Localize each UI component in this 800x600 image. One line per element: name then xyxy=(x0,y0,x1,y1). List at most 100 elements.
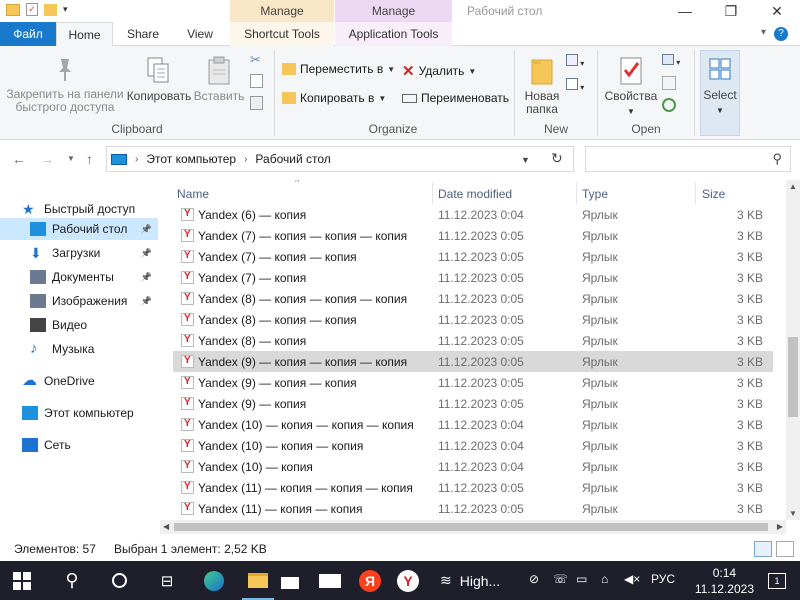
vertical-scrollbar[interactable]: ▲ ▼ xyxy=(786,180,800,520)
breadcrumb-item[interactable]: Рабочий стол xyxy=(255,152,330,166)
file-row[interactable]: Yandex (7) — копия — копия 11.12.2023 0:0… xyxy=(173,246,773,267)
breadcrumb-separator-icon[interactable]: › xyxy=(244,154,247,165)
new-folder-icon[interactable] xyxy=(44,3,57,16)
task-view-button[interactable]: ⊟ xyxy=(145,561,189,600)
address-bar[interactable]: › Этот компьютер › Рабочий стол ▼ ↻ xyxy=(106,146,574,172)
minimize-button[interactable]: — xyxy=(662,0,708,22)
file-row[interactable]: Yandex (10) — копия — копия 11.12.2023 0:… xyxy=(173,435,773,456)
network-icon[interactable]: ⌂ xyxy=(601,572,608,586)
history-icon[interactable] xyxy=(662,98,676,112)
address-dropdown-icon[interactable]: ▼ xyxy=(521,155,530,165)
file-row[interactable]: Yandex (10) — копия 11.12.2023 0:04 Ярлык 3… xyxy=(173,456,773,477)
notification-center-icon[interactable]: 1 xyxy=(768,573,786,589)
column-divider[interactable] xyxy=(432,182,433,204)
refresh-icon[interactable]: ↻ xyxy=(551,150,563,167)
nav-item[interactable]: ★ Быстрый доступ xyxy=(0,198,158,220)
display-icon[interactable]: ▭ xyxy=(576,572,587,586)
new-folder-button[interactable]: Новая папка xyxy=(520,56,564,116)
column-header-date[interactable]: Date modified xyxy=(438,187,512,201)
tab-application-tools[interactable]: Application Tools xyxy=(335,22,452,46)
taskbar-search-button[interactable]: ⚲ xyxy=(50,561,94,600)
properties-button[interactable]: Свойства ▼ xyxy=(600,56,662,118)
file-row[interactable]: Yandex (10) — копия — копия — копия 11.12… xyxy=(173,414,773,435)
properties-check-icon[interactable]: ✓ xyxy=(26,3,38,16)
nav-item[interactable]: Сеть xyxy=(0,434,158,456)
paste-shortcut-icon[interactable] xyxy=(250,96,263,110)
horizontal-scroll-thumb[interactable] xyxy=(174,523,768,531)
nav-item[interactable]: Документы 📌 xyxy=(0,266,158,288)
file-row[interactable]: Yandex (7) — копия — копия — копия 11.12.… xyxy=(173,225,773,246)
column-divider[interactable] xyxy=(576,182,577,204)
scroll-up-icon[interactable]: ▲ xyxy=(789,182,797,191)
open-icon[interactable]: ▾ xyxy=(662,54,682,68)
breadcrumb-item[interactable]: Этот компьютер xyxy=(146,152,236,166)
horizontal-scrollbar[interactable]: ◀ ▶ xyxy=(160,520,786,534)
move-to-button[interactable]: Переместить в ▼ xyxy=(282,62,395,76)
recent-locations-icon[interactable]: ▼ xyxy=(67,154,75,163)
search-box[interactable]: ⚲ xyxy=(585,146,791,172)
file-row[interactable]: Yandex (9) — копия — копия — копия 11.12.… xyxy=(173,351,773,372)
mail-button[interactable] xyxy=(308,561,352,600)
scroll-left-icon[interactable]: ◀ xyxy=(163,522,169,531)
paste-button[interactable]: Вставить xyxy=(192,56,246,103)
file-row[interactable]: Yandex (8) — копия — копия — копия 11.12.… xyxy=(173,288,773,309)
close-button[interactable]: ✕ xyxy=(754,0,800,22)
no-network-icon[interactable]: ⊘ xyxy=(529,572,539,586)
scroll-right-icon[interactable]: ▶ xyxy=(777,522,783,531)
rename-button[interactable]: Переименовать xyxy=(402,91,509,105)
copy-path-icon[interactable] xyxy=(250,74,263,88)
meet-now-icon[interactable]: ☏ xyxy=(553,572,568,586)
breadcrumb-separator-icon[interactable]: › xyxy=(135,154,138,165)
forward-arrow-icon[interactable]: → xyxy=(40,151,54,167)
pin-to-quick-access-button[interactable]: Закрепить на панели быстрого доступа xyxy=(4,56,126,114)
nav-item[interactable]: Видео xyxy=(0,314,158,336)
file-row[interactable]: Yandex (9) — копия — копия 11.12.2023 0:0… xyxy=(173,372,773,393)
column-header-name[interactable]: Name xyxy=(177,187,209,201)
nav-item[interactable]: Рабочий стол 📌 xyxy=(0,218,158,240)
tab-file[interactable]: Файл xyxy=(0,22,56,46)
store-button[interactable] xyxy=(268,561,312,600)
tab-home[interactable]: Home xyxy=(56,22,113,47)
yandex-browser-button[interactable]: Y xyxy=(386,561,430,600)
file-row[interactable]: Yandex (8) — копия — копия 11.12.2023 0:0… xyxy=(173,309,773,330)
nav-item[interactable]: Изображения 📌 xyxy=(0,290,158,312)
weather-widget[interactable]: ≋ High... xyxy=(440,572,500,589)
copy-to-button[interactable]: Копировать в ▼ xyxy=(282,91,386,105)
back-arrow-icon[interactable]: ← xyxy=(12,151,26,167)
help-icon[interactable]: ? xyxy=(774,27,788,41)
cortana-button[interactable] xyxy=(97,561,141,600)
up-arrow-icon[interactable]: ↑ xyxy=(86,151,93,167)
edit-icon[interactable] xyxy=(662,76,676,90)
vertical-scroll-thumb[interactable] xyxy=(788,337,798,417)
nav-item[interactable]: Этот компьютер xyxy=(0,402,158,424)
file-row[interactable]: Yandex (11) — копия — копия 11.12.2023 0:… xyxy=(173,498,773,519)
large-icons-view-button[interactable] xyxy=(776,541,794,557)
ribbon-collapse-icon[interactable]: ▾ xyxy=(761,27,766,38)
column-divider[interactable] xyxy=(695,182,696,204)
tab-shortcut-tools[interactable]: Shortcut Tools xyxy=(230,22,334,46)
nav-item[interactable]: ⬇ Загрузки 📌 xyxy=(0,242,158,264)
column-header-size[interactable]: Size xyxy=(702,187,725,201)
column-header-type[interactable]: Type xyxy=(582,187,608,201)
tab-share[interactable]: Share xyxy=(118,22,168,46)
file-row[interactable]: Yandex (8) — копия 11.12.2023 0:05 Ярлык 3 … xyxy=(173,330,773,351)
cut-icon[interactable]: ✂ xyxy=(250,52,261,68)
nav-item[interactable]: ♪ Музыка xyxy=(0,338,158,360)
file-row[interactable]: Yandex (7) — копия 11.12.2023 0:05 Ярлык 3 … xyxy=(173,267,773,288)
volume-muted-icon[interactable]: ◀× xyxy=(624,572,640,586)
nav-item[interactable]: ☁ OneDrive xyxy=(0,370,158,392)
scroll-down-icon[interactable]: ▼ xyxy=(789,509,797,518)
file-row[interactable]: Yandex (6) — копия 11.12.2023 0:04 Ярлык 3 … xyxy=(173,204,773,225)
clock[interactable]: 0:14 11.12.2023 xyxy=(695,565,754,597)
language-indicator[interactable]: РУС xyxy=(651,572,675,586)
new-item-icon[interactable]: ▾ xyxy=(566,54,588,68)
maximize-button[interactable]: ❐ xyxy=(708,0,754,22)
file-row[interactable]: Yandex (11) — копия — копия — копия 11.12… xyxy=(173,477,773,498)
select-button[interactable]: Select ▼ xyxy=(700,50,740,136)
delete-button[interactable]: ✕ Удалить ▼ xyxy=(402,62,476,80)
qat-dropdown-icon[interactable]: ▾ xyxy=(63,4,68,15)
copy-button[interactable]: Копировать xyxy=(126,56,192,103)
file-row[interactable]: Yandex (9) — копия 11.12.2023 0:05 Ярлык 3 … xyxy=(173,393,773,414)
start-button[interactable] xyxy=(0,561,44,600)
details-view-button[interactable] xyxy=(754,541,772,557)
